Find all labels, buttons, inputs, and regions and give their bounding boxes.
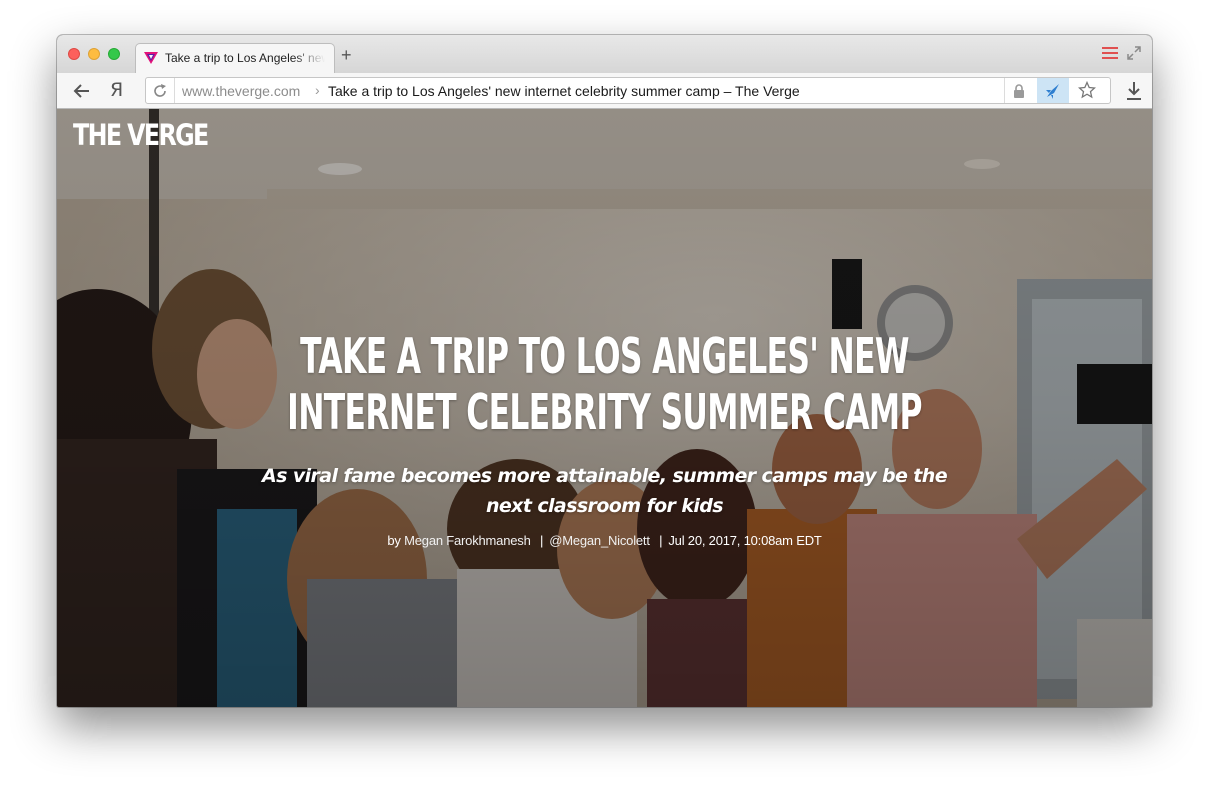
url-page-title[interactable]: Take a trip to Los Angeles' new internet… bbox=[328, 83, 800, 99]
download-icon[interactable] bbox=[1126, 81, 1142, 101]
lock-icon[interactable] bbox=[1013, 84, 1025, 98]
tab-strip: Take a trip to Los Angeles' new internet… bbox=[57, 35, 1152, 73]
bookmark-star-icon[interactable] bbox=[1078, 81, 1096, 99]
address-divider bbox=[174, 78, 175, 103]
article-dek: As viral fame becomes more attainable, s… bbox=[261, 465, 948, 517]
url-separator: › bbox=[315, 82, 320, 98]
browser-window: Take a trip to Los Angeles' new internet… bbox=[57, 35, 1152, 707]
tab-title: Take a trip to Los Angeles' new internet… bbox=[165, 51, 325, 65]
close-window-icon[interactable] bbox=[68, 48, 80, 60]
article-byline: by Megan Farokhmanesh | @Megan_Nicolett |… bbox=[57, 533, 1152, 549]
new-tab-button[interactable]: + bbox=[341, 46, 352, 64]
reload-icon[interactable] bbox=[151, 82, 169, 100]
yandex-button[interactable]: Я bbox=[110, 79, 123, 101]
zoom-window-icon[interactable] bbox=[108, 48, 120, 60]
byline-prefix: by bbox=[387, 533, 401, 548]
menu-icon[interactable] bbox=[1102, 47, 1118, 61]
back-arrow-icon[interactable] bbox=[73, 82, 91, 100]
byline-divider: | bbox=[540, 533, 544, 548]
turbo-rocket-icon bbox=[1046, 84, 1059, 99]
browser-toolbar: Я www.theverge.com › Take a trip to Los … bbox=[57, 73, 1152, 109]
publish-date: Jul 20, 2017, 10:08am EDT bbox=[668, 533, 822, 548]
browser-tab[interactable]: Take a trip to Los Angeles' new internet… bbox=[135, 43, 335, 73]
minimize-window-icon[interactable] bbox=[88, 48, 100, 60]
byline-divider: | bbox=[659, 533, 663, 548]
fullscreen-icon[interactable] bbox=[1126, 45, 1142, 61]
article-hero: THE VERGE Take a trip to Los Angeles' ne… bbox=[57, 109, 1152, 707]
turbo-button[interactable] bbox=[1037, 78, 1069, 103]
article-headline: Take a trip to Los Angeles' new internet… bbox=[287, 328, 922, 441]
the-verge-logo[interactable]: THE VERGE bbox=[73, 117, 209, 153]
address-bar[interactable]: www.theverge.com › Take a trip to Los An… bbox=[145, 77, 1111, 104]
author-link[interactable]: Megan Farokhmanesh bbox=[404, 533, 531, 548]
author-twitter-link[interactable]: @Megan_Nicolett bbox=[549, 533, 650, 548]
verge-favicon-icon bbox=[144, 52, 158, 64]
url-domain[interactable]: www.theverge.com bbox=[182, 83, 300, 99]
address-actions bbox=[1004, 78, 1110, 103]
